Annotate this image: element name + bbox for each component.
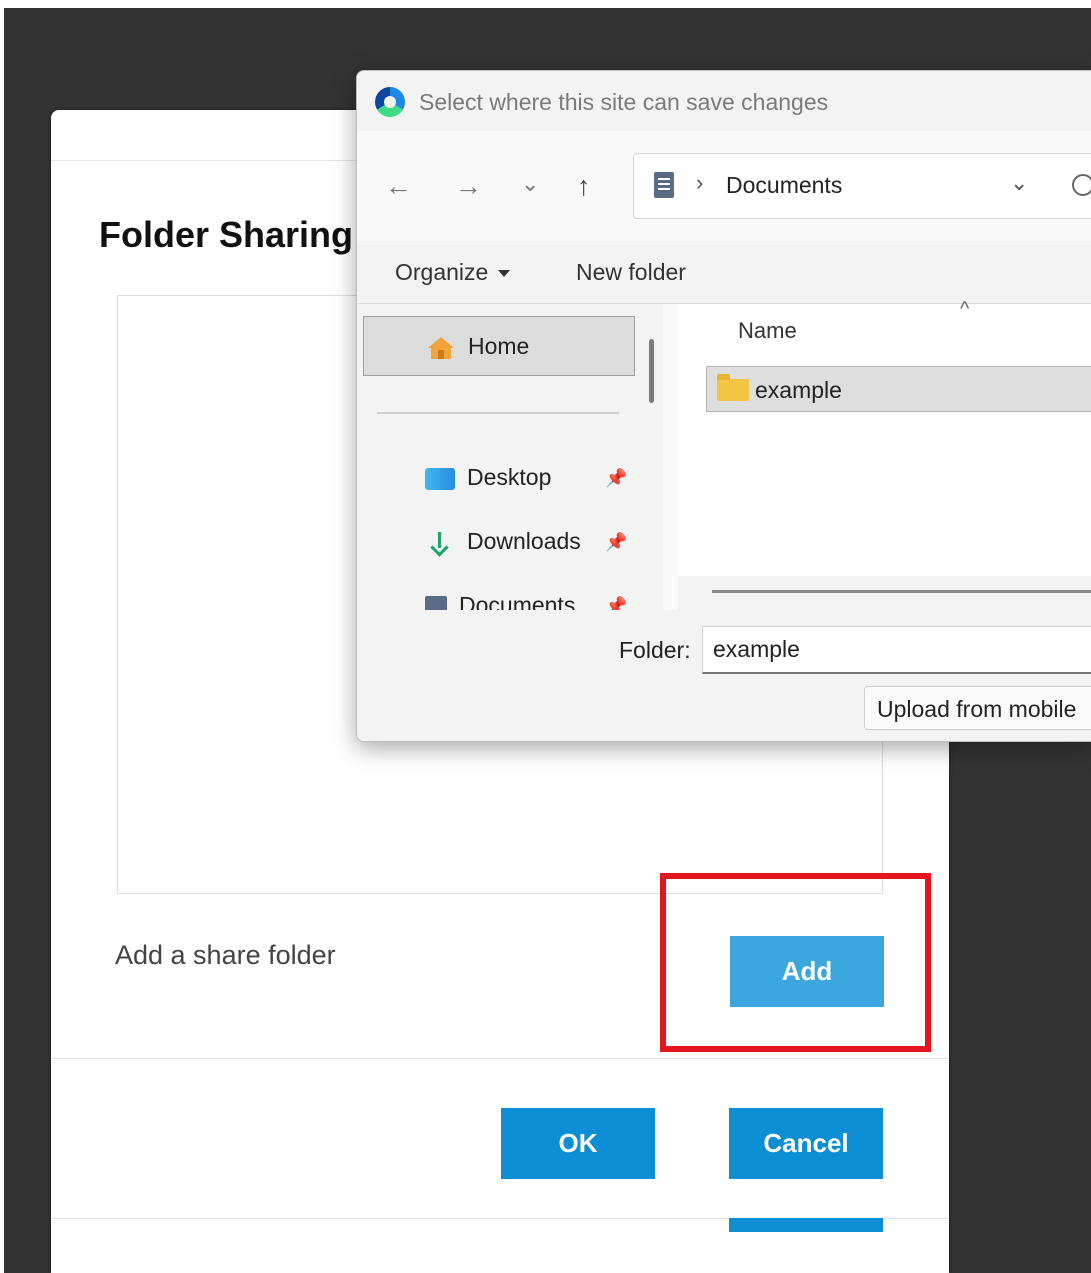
pane-separator [663, 304, 678, 610]
sidebar-divider [377, 412, 619, 414]
edge-logo-icon [375, 87, 405, 117]
address-bar[interactable]: › Documents ⌄ [633, 153, 1091, 219]
sort-ascending-icon: ^ [960, 298, 970, 320]
documents-icon [654, 172, 674, 198]
pin-icon: 📌 [605, 532, 628, 552]
horizontal-scrollbar[interactable] [712, 590, 1091, 593]
documents-icon [425, 595, 447, 610]
organize-label: Organize [395, 259, 489, 285]
cancel-button[interactable]: Cancel [729, 1108, 883, 1179]
folder-field-label: Folder: [619, 637, 691, 663]
ok-button[interactable]: OK [501, 1108, 655, 1179]
navigation-scrollbar[interactable] [649, 339, 654, 403]
picker-footer: Folder: Upload from mobile [357, 610, 1091, 741]
column-header-name[interactable]: Name [738, 318, 797, 344]
sidebar-item-label: Desktop [467, 464, 552, 490]
sidebar-item-documents[interactable]: Documents [425, 592, 575, 610]
sidebar-item-label: Documents [459, 592, 576, 610]
hidden-button-edge [729, 1218, 883, 1232]
download-icon [425, 531, 455, 554]
back-arrow-icon[interactable]: ← [385, 171, 412, 202]
file-picker-dialog: Select where this site can save changes … [356, 70, 1091, 742]
organize-menu[interactable]: Organize [395, 259, 511, 286]
search-icon[interactable] [1072, 174, 1091, 196]
breadcrumb-documents[interactable]: Documents [726, 172, 842, 199]
highlight-box [660, 873, 931, 1052]
sidebar-item-home[interactable]: Home [363, 316, 635, 376]
file-row[interactable]: example [706, 366, 1091, 412]
folder-name-input[interactable] [702, 626, 1091, 674]
picker-title: Select where this site can save changes [419, 89, 829, 115]
address-dropdown-icon[interactable]: ⌄ [1010, 170, 1028, 196]
file-list-pane: Name ^ example [678, 298, 1091, 610]
picker-titlebar: Select where this site can save changes [357, 71, 1091, 131]
upload-from-mobile-button[interactable]: Upload from mobile [864, 686, 1091, 730]
sidebar-item-desktop[interactable]: Desktop [425, 464, 551, 491]
folder-icon [717, 374, 749, 401]
forward-arrow-icon[interactable]: → [455, 171, 482, 202]
file-name: example [755, 377, 842, 403]
desktop-icon [425, 467, 455, 490]
horizontal-scroll-track [678, 576, 1091, 610]
home-icon [428, 337, 454, 359]
pin-icon: 📌 [605, 596, 628, 610]
sidebar-item-downloads[interactable]: Downloads [425, 528, 581, 555]
add-share-folder-label: Add a share folder [115, 940, 336, 970]
navigation-pane: Home Desktop 📌 Downloads 📌 Documents 📌 [357, 304, 637, 610]
up-arrow-icon[interactable]: ↑ [577, 171, 591, 202]
dropdown-caret-icon [498, 270, 511, 278]
dialog-divider [51, 1058, 949, 1059]
recent-locations-chevron-icon[interactable]: ⌄ [521, 171, 539, 197]
command-bar: Organize New folder [357, 241, 1091, 304]
pin-icon: 📌 [605, 468, 628, 488]
dialog-title: Folder Sharing [99, 214, 354, 255]
sidebar-item-label: Home [468, 333, 530, 359]
new-folder-button[interactable]: New folder [576, 259, 686, 286]
sidebar-item-label: Downloads [467, 528, 581, 554]
breadcrumb-chevron-icon: › [696, 170, 704, 195]
